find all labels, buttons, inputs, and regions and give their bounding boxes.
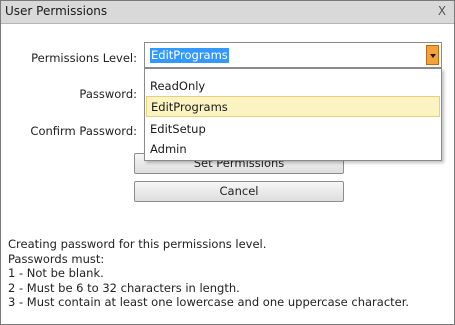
permissions-level-select[interactable]: EditPrograms [144, 42, 442, 68]
dropdown-option-admin[interactable]: Admin [146, 139, 440, 160]
password-requirements: Creating password for this permissions l… [8, 237, 448, 310]
user-permissions-dialog: User Permissions X Permissions Level: Pa… [0, 0, 455, 325]
info-line: 2 - Must be 6 to 32 characters in length… [8, 280, 240, 295]
info-line: 3 - Must contain at least one lowercase … [8, 295, 410, 310]
permissions-level-value: EditPrograms [150, 48, 229, 63]
info-line: 1 - Not be blank. [8, 266, 104, 281]
confirm-password-label: Confirm Password: [30, 124, 137, 138]
dropdown-option-editprograms[interactable]: EditPrograms [146, 96, 440, 117]
chevron-down-icon[interactable] [426, 45, 439, 65]
password-label: Password: [79, 87, 137, 101]
dropdown-option-readonly[interactable]: ReadOnly [146, 76, 440, 97]
permissions-level-dropdown: ReadOnly EditPrograms EditSetup Admin [144, 68, 442, 161]
dropdown-option-editsetup[interactable]: EditSetup [146, 119, 440, 140]
dialog-title: User Permissions [5, 4, 108, 18]
close-button[interactable]: X [434, 3, 450, 19]
permissions-level-label: Permissions Level: [31, 51, 137, 65]
info-line: Creating password for this permissions l… [8, 237, 267, 251]
title-bar[interactable]: User Permissions X [1, 1, 454, 24]
cancel-button[interactable]: Cancel [134, 181, 344, 202]
info-line: Passwords must: [8, 251, 105, 266]
